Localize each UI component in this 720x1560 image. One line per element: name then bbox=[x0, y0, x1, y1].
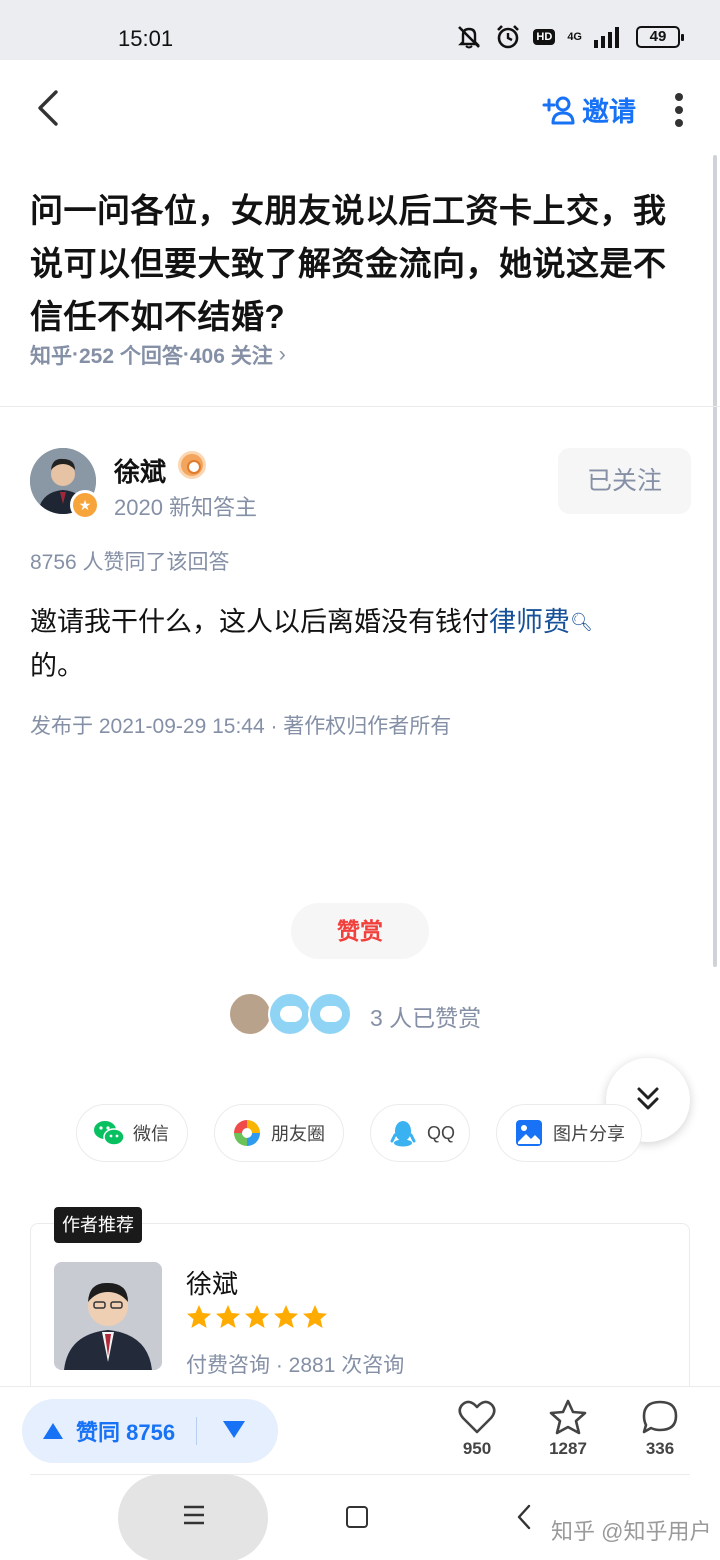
author-subtitle: 2020 新知答主 bbox=[114, 495, 258, 520]
divider bbox=[30, 1474, 690, 1475]
share-moments-button[interactable]: 朋友圈 bbox=[214, 1104, 344, 1162]
answer-body: 邀请我干什么，这人以后离婚没有钱付律师费🔍︎ 的。 bbox=[30, 600, 690, 688]
home-icon[interactable] bbox=[346, 1506, 368, 1528]
reward-button[interactable]: 赞赏 bbox=[291, 903, 429, 959]
follower-count: 406 关注 bbox=[189, 345, 273, 368]
signal-icon bbox=[594, 27, 619, 48]
share-image-label: 图片分享 bbox=[553, 1124, 625, 1144]
vote-control: 赞同 8756 bbox=[22, 1399, 278, 1463]
consultant-photo[interactable] bbox=[54, 1262, 162, 1370]
consultant-name[interactable]: 徐斌 bbox=[186, 1264, 238, 1301]
vote-separator bbox=[196, 1417, 197, 1445]
image-icon bbox=[516, 1120, 542, 1146]
question-title[interactable]: 问一问各位，女朋友说以后工资卡上交，我说可以但要大致了解资金流向，她说这是不信任… bbox=[30, 184, 698, 343]
share-qq-button[interactable]: QQ bbox=[370, 1104, 470, 1162]
answer-count: 252 个回答 bbox=[79, 345, 183, 368]
author-name[interactable]: 徐斌 bbox=[114, 452, 166, 489]
double-chevron-down-icon bbox=[637, 1087, 659, 1110]
system-nav: 知乎 @知乎用户 bbox=[0, 1474, 720, 1560]
scrollbar[interactable] bbox=[713, 155, 717, 967]
battery-level: 49 bbox=[649, 28, 667, 45]
star-icon bbox=[549, 1399, 587, 1435]
comment-button[interactable]: 336 bbox=[630, 1399, 690, 1459]
top-nav: 邀请 bbox=[0, 60, 720, 155]
comment-count: 336 bbox=[645, 1439, 675, 1458]
heart-icon bbox=[458, 1400, 496, 1434]
like-count: 950 bbox=[462, 1439, 492, 1458]
menu-icon[interactable] bbox=[182, 1504, 206, 1526]
comment-icon bbox=[642, 1400, 678, 1434]
answer-text: 邀请我干什么，这人以后离婚没有钱付 bbox=[30, 607, 489, 637]
rewarder-avatar bbox=[268, 992, 312, 1036]
share-qq-label: QQ bbox=[427, 1122, 456, 1143]
upvote-button[interactable]: 赞同 8756 bbox=[42, 1399, 175, 1463]
wechat-icon bbox=[94, 1121, 125, 1146]
rewarder-avatar bbox=[228, 992, 272, 1036]
invite-label: 邀请 bbox=[582, 97, 636, 127]
rewarder-avatar bbox=[308, 992, 352, 1036]
upvote-label: 赞同 8756 bbox=[76, 1420, 176, 1445]
search-icon[interactable]: 🔍︎ bbox=[570, 612, 593, 632]
star-rating-icon bbox=[303, 1305, 327, 1328]
like-button[interactable]: 950 bbox=[447, 1399, 507, 1459]
star-rating-icon bbox=[216, 1305, 240, 1328]
status-bar: 15:01 HD 4G 49 bbox=[0, 0, 720, 60]
rating-stars bbox=[186, 1304, 328, 1330]
status-time: 15:01 bbox=[118, 26, 174, 51]
status-icons: HD 4G 49 bbox=[455, 24, 684, 50]
follow-button[interactable]: 已关注 bbox=[558, 448, 691, 514]
star-rating-icon bbox=[187, 1305, 211, 1328]
triangle-up-icon bbox=[43, 1423, 63, 1439]
hd-icon: HD bbox=[533, 29, 556, 45]
share-moments-label: 朋友圈 bbox=[271, 1124, 325, 1144]
star-rating-icon bbox=[274, 1305, 298, 1328]
action-bar: 赞同 8756 950 1287 336 bbox=[0, 1386, 720, 1474]
reward-count[interactable]: 3 人已赞赏 bbox=[370, 999, 481, 1033]
source-label: 知乎 bbox=[30, 345, 72, 368]
alarm-icon bbox=[497, 25, 520, 49]
add-person-icon bbox=[542, 96, 575, 124]
favorite-count: 1287 bbox=[549, 1439, 587, 1458]
network-type: 4G bbox=[567, 31, 582, 43]
vote-summary: 8756 人赞同了该回答 bbox=[30, 551, 230, 574]
battery-icon: 49 bbox=[636, 26, 684, 48]
favorite-button[interactable]: 1287 bbox=[538, 1399, 598, 1459]
share-wechat-button[interactable]: 微信 bbox=[76, 1104, 188, 1162]
more-icon[interactable] bbox=[672, 92, 686, 128]
answer-meta: 发布于 2021-09-29 15:44 · 著作权归作者所有 bbox=[30, 715, 452, 738]
mute-icon bbox=[458, 26, 481, 49]
share-wechat-label: 微信 bbox=[133, 1124, 169, 1144]
nav-back-icon[interactable] bbox=[516, 1504, 532, 1530]
verified-badge-icon: ★ bbox=[70, 490, 100, 520]
qq-icon bbox=[390, 1121, 416, 1147]
recommendation-label: 作者推荐 bbox=[54, 1207, 142, 1243]
question-meta[interactable]: 知乎 · 252 个回答 · 406 关注 › bbox=[30, 340, 286, 370]
consult-meta: 付费咨询 · 2881 次咨询 bbox=[186, 1354, 405, 1377]
watermark: 知乎 @知乎用户 bbox=[551, 1519, 712, 1544]
rewarder-avatars[interactable] bbox=[228, 992, 388, 1036]
keyword-link[interactable]: 律师费 bbox=[489, 607, 570, 637]
divider bbox=[0, 406, 720, 407]
medal-icon[interactable] bbox=[178, 451, 206, 479]
moments-icon bbox=[234, 1120, 260, 1146]
answer-text-end: 的。 bbox=[30, 651, 84, 681]
downvote-button[interactable] bbox=[222, 1419, 246, 1439]
star-rating-icon bbox=[245, 1305, 269, 1328]
share-image-button[interactable]: 图片分享 bbox=[496, 1104, 642, 1162]
invite-button[interactable]: 邀请 bbox=[542, 90, 636, 129]
chevron-right-icon: › bbox=[278, 343, 286, 366]
back-icon[interactable] bbox=[30, 88, 70, 128]
